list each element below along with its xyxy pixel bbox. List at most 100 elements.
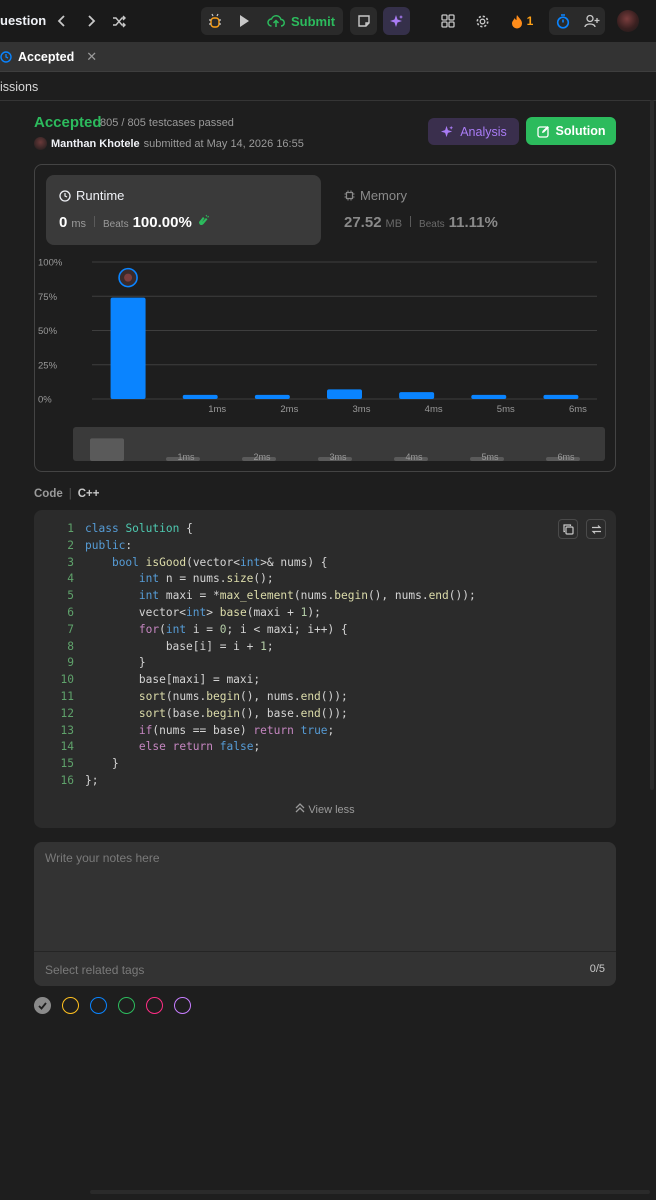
analysis-label: Analysis [460, 124, 507, 139]
x-tick-label: 6ms [569, 404, 587, 415]
chevron-right-icon[interactable] [80, 10, 102, 32]
user-marker-face [124, 273, 133, 282]
analysis-button[interactable]: Analysis [428, 118, 519, 145]
language-label: C++ [77, 488, 100, 500]
y-tick-label: 50% [38, 326, 58, 337]
chart-bar [254, 394, 290, 399]
sparkle-icon[interactable] [383, 7, 410, 35]
overview-tick-label: 5ms [481, 452, 499, 462]
overview-tick-label: 1ms [177, 452, 195, 462]
horizontal-scrollbar[interactable] [90, 1190, 650, 1194]
avatar[interactable] [34, 137, 47, 150]
code-label: Code [34, 488, 63, 500]
x-tick-label: 4ms [425, 404, 443, 415]
debug-icon[interactable] [201, 7, 229, 35]
code-line: 7 for(int i = 0; i < maxi; i++) { [67, 622, 348, 636]
submission-meta: Manthan Khotele submitted at May 14, 202… [34, 137, 304, 150]
tags-select[interactable]: Select related tags [45, 963, 144, 977]
code-block: 1 class Solution { 2 public: 3 bool isGood… [34, 521, 616, 790]
timer-icon[interactable] [549, 7, 577, 35]
username[interactable]: Manthan Khotele [51, 138, 140, 150]
chart-bar [327, 389, 362, 399]
top-bar: uestion Submit 1 [0, 0, 656, 42]
code-line: 14 else return false; [60, 740, 261, 754]
clock-icon [0, 51, 12, 63]
tag-color-yellow[interactable] [62, 997, 79, 1014]
testcases-passed: 805 / 805 testcases passed [100, 117, 234, 129]
tag-color-blue[interactable] [90, 997, 107, 1014]
submitted-at: submitted at May 14, 2026 16:55 [143, 137, 304, 150]
gear-icon[interactable] [470, 7, 494, 35]
solution-label: Solution [555, 124, 606, 138]
code-line: 13 if(nums == base) return true; [60, 723, 335, 737]
code-line: 12 sort(base.begin(), base.end()); [60, 706, 348, 720]
chart-bar [182, 394, 218, 399]
divider: | [68, 488, 72, 500]
chart-bar [543, 394, 579, 399]
code-line: 11 sort(nums.begin(), nums.end()); [60, 689, 348, 703]
question-tab-label[interactable]: uestion [0, 13, 46, 28]
tag-color-purple[interactable] [174, 997, 191, 1014]
play-icon[interactable] [231, 7, 257, 35]
avatar[interactable] [617, 10, 639, 32]
code-header: Code | C++ [34, 488, 100, 500]
divider [34, 951, 616, 952]
code-line: 6 vector<int> base(maxi + 1); [67, 605, 321, 619]
y-tick-label: 0% [38, 395, 52, 406]
fire-icon [511, 14, 522, 28]
notes-panel: Write your notes here Select related tag… [34, 842, 616, 986]
edit-icon [536, 125, 549, 138]
code-line: 16}; [60, 773, 99, 787]
chevrons-up-icon [295, 803, 305, 813]
close-icon[interactable]: ✕ [86, 49, 97, 65]
status-accepted: Accepted [34, 114, 102, 131]
x-tick-label: 5ms [497, 404, 515, 415]
stats-panel: Runtime 0 ms Beats 100.00% Memory 27.52 … [34, 164, 616, 472]
y-tick-label: 25% [38, 360, 58, 371]
view-less-button[interactable]: View less [34, 803, 616, 816]
tag-color-green[interactable] [118, 997, 135, 1014]
y-tick-label: 100% [38, 258, 63, 269]
view-less-label: View less [308, 804, 355, 816]
code-panel[interactable]: 1 class Solution { 2 public: 3 bool isGood… [34, 510, 616, 828]
notes-input[interactable]: Write your notes here [45, 851, 160, 865]
tag-color-gray[interactable] [34, 997, 51, 1014]
tab-accepted[interactable]: Accepted ✕ [0, 42, 97, 72]
overview-bar [90, 438, 124, 461]
tab-bar: Accepted ✕ [0, 42, 656, 72]
submit-label: Submit [290, 13, 336, 29]
chart-bar [471, 394, 507, 399]
chart-bar [399, 392, 435, 399]
code-line: 4 int n = nums.size(); [67, 572, 274, 586]
code-line: 3 bool isGood(vector<int>& nums) { [67, 555, 328, 569]
upload-cloud-icon [267, 15, 285, 27]
tab-label: Accepted [18, 50, 75, 64]
solution-button[interactable]: Solution [526, 117, 616, 145]
x-tick-label: 3ms [353, 404, 371, 415]
note-icon[interactable] [350, 7, 377, 35]
layout-icon[interactable] [436, 7, 460, 35]
streak-count: 1 [526, 14, 534, 28]
submit-button[interactable]: Submit [260, 7, 342, 35]
code-line: 2 public: [67, 538, 133, 552]
tag-color-pink[interactable] [146, 997, 163, 1014]
shuffle-icon[interactable] [108, 10, 130, 32]
code-line: 5 int maxi = *max_element(nums.begin(), … [67, 589, 476, 603]
vertical-scrollbar[interactable] [650, 100, 654, 790]
submissions-subtab[interactable]: issions [0, 72, 656, 101]
add-user-icon[interactable] [578, 7, 605, 35]
overview-tick-label: 4ms [405, 452, 423, 462]
code-line: 1 class Solution { [67, 522, 193, 535]
x-tick-label: 2ms [280, 404, 298, 415]
x-tick-label: 1ms [208, 404, 226, 415]
chevron-left-icon[interactable] [51, 10, 73, 32]
runtime-distribution-chart: 100% 75% 50% 25% 0% 1ms 2ms 3ms 4ms 5ms 6ms 1ms 2ms 3… [38, 258, 605, 462]
streak-button[interactable]: 1 [506, 7, 538, 35]
submissions-label: issions [0, 80, 39, 94]
sparkle-icon [441, 125, 454, 137]
code-line: 8 base[i] = i + 1; [67, 639, 274, 653]
chart-bar [110, 297, 146, 399]
code-line: 9 } [67, 656, 146, 670]
overview-tick-label: 2ms [253, 452, 271, 462]
code-line: 10 base[maxi] = maxi; [60, 673, 261, 687]
